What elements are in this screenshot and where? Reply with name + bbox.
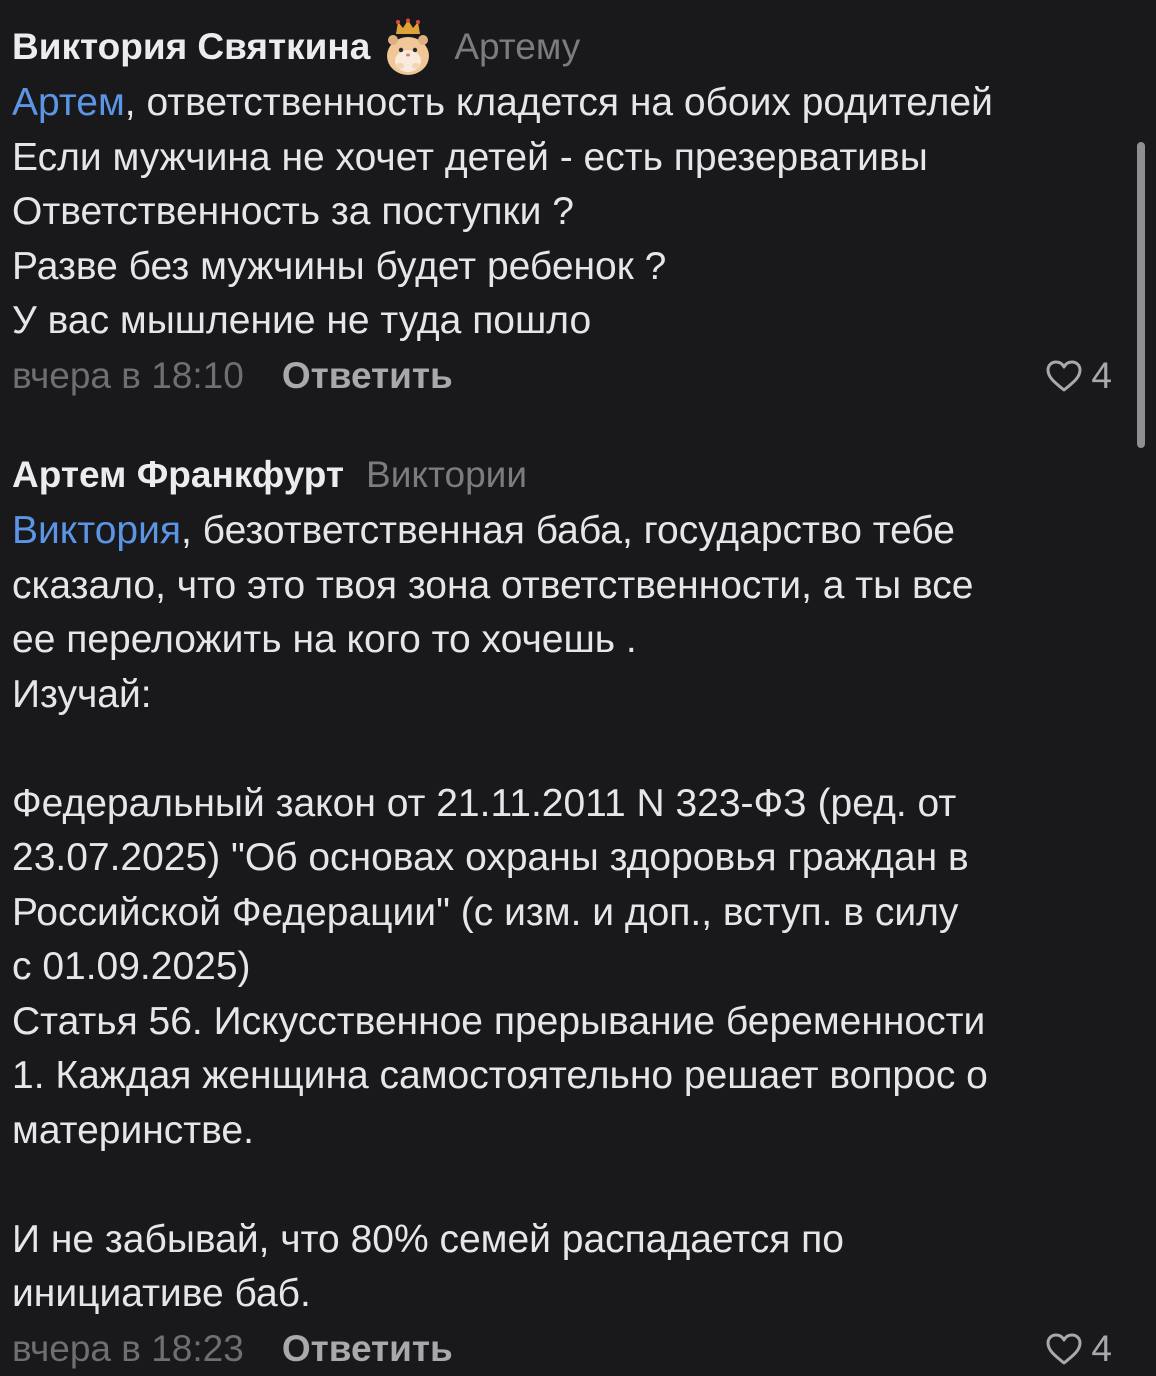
comment-line-text: , безответственная баба, государство теб…: [181, 509, 955, 552]
reply-to-label[interactable]: Артему: [454, 26, 580, 68]
comment-footer: вчера в 18:10 Ответить 4: [12, 349, 1122, 403]
comment: Артем Франкфурт Виктории Виктория, безот…: [12, 446, 1122, 1376]
heart-icon: [1046, 360, 1082, 391]
reply-button[interactable]: Ответить: [282, 1328, 453, 1370]
comment-line: ее переложить на кого то хочешь .: [12, 618, 637, 661]
reply-to-label[interactable]: Виктории: [366, 454, 527, 496]
comment-timestamp: вчера в 18:10: [12, 354, 244, 396]
comment-line: материнстве.: [12, 1108, 254, 1152]
comment-line-text: , ответственность кладется на обоих роди…: [124, 81, 993, 124]
comment-line: Федеральный закон от 21.11.2011 N 323-ФЗ…: [12, 781, 957, 825]
comment-footer: вчера в 18:23 Ответить 4: [12, 1322, 1122, 1376]
like-count: 4: [1091, 354, 1112, 396]
comment-line: Если мужчина не хочет детей - есть презе…: [12, 135, 928, 179]
comment-line: сказало, что это твоя зона ответственнос…: [12, 563, 974, 607]
comment-line: Виктория, безответственная баба, государ…: [12, 504, 1122, 559]
comment-text: Виктория, безответственная баба, государ…: [12, 504, 1122, 1322]
comment-line: Разве без мужчины будет ребенок ?: [12, 244, 667, 288]
comment-timestamp: вчера в 18:23: [12, 1327, 244, 1369]
comment-author[interactable]: Виктория Святкина: [12, 26, 370, 68]
hamster-crown-badge-icon: [384, 18, 432, 76]
comment-line: инициативе баб.: [12, 1272, 311, 1315]
heart-icon: [1046, 1333, 1082, 1364]
like-button[interactable]: 4: [1045, 1322, 1112, 1376]
comment-line: Артем, ответственность кладется на обоих…: [12, 76, 1122, 131]
comment-header: Артем Франкфурт Виктории: [12, 446, 1122, 504]
comment-header: Виктория Святкина Артему: [12, 18, 1122, 76]
comment-line: Российской Федерации" (с изм. и доп., вс…: [12, 890, 959, 934]
comment-line: 1. Каждая женщина самостоятельно решает …: [12, 1054, 988, 1097]
comment: Виктория Святкина Артему Артем, ответств…: [12, 18, 1122, 403]
comment-line: с 01.09.2025): [12, 945, 251, 988]
comment-line: Статья 56. Искусственное прерывание бере…: [12, 999, 986, 1043]
mention-link[interactable]: Виктория: [12, 509, 181, 552]
like-count: 4: [1091, 1327, 1112, 1369]
comment-line: И не забывай, что 80% семей распадается …: [12, 1217, 844, 1261]
comment-text: Артем, ответственность кладется на обоих…: [12, 76, 1122, 349]
comment-line: 23.07.2025) "Об основах охраны здоровья …: [12, 836, 969, 879]
reply-button[interactable]: Ответить: [282, 355, 453, 397]
comment-line: У вас мышление не туда пошло: [12, 299, 592, 342]
like-button[interactable]: 4: [1045, 349, 1112, 403]
mention-link[interactable]: Артем: [12, 81, 125, 124]
comment-line: Изучай:: [12, 672, 152, 716]
comment-line: Ответственность за поступки ?: [12, 190, 574, 233]
comment-author[interactable]: Артем Франкфурт: [12, 454, 344, 496]
scrollbar[interactable]: [1137, 142, 1145, 448]
